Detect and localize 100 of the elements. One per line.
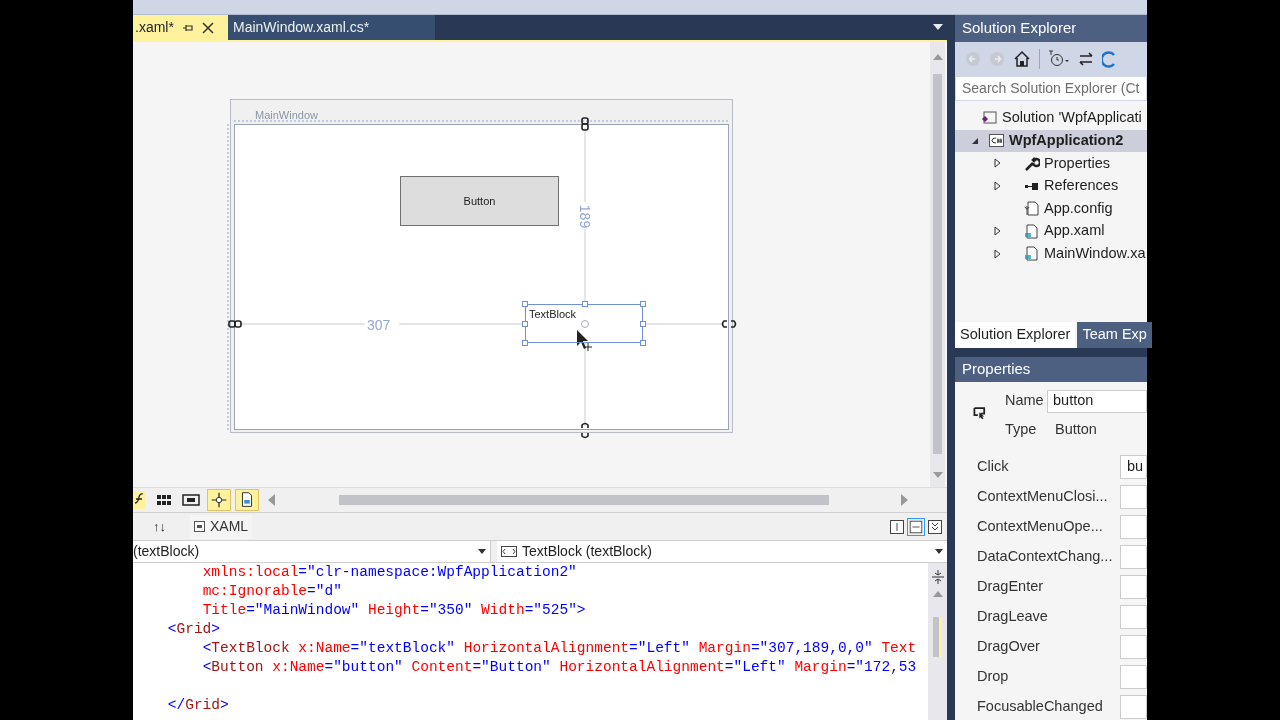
margin-value: 189	[576, 204, 595, 229]
margin-value: 307	[367, 316, 391, 335]
config-file-icon	[1023, 200, 1040, 218]
project-icon	[988, 132, 1005, 150]
collapse-pane-icon[interactable]	[927, 518, 943, 535]
resize-handle[interactable]	[522, 301, 528, 307]
event-name: DragLeave	[977, 607, 1049, 627]
split-icon[interactable]	[930, 569, 945, 585]
event-name: Click	[977, 457, 1010, 477]
home-icon[interactable]	[1013, 50, 1031, 68]
file-icon	[1023, 245, 1040, 263]
vertical-scrollbar[interactable]	[933, 74, 942, 454]
code-line: mc:Ignorable="d"	[201, 582, 343, 601]
collapsed-icon[interactable]	[993, 158, 1003, 169]
event-name: FocusableChanged	[977, 697, 1104, 717]
event-field[interactable]	[1120, 575, 1147, 599]
event-field[interactable]	[1120, 665, 1147, 689]
element-dropdown[interactable]: (textBlock)	[133, 541, 491, 562]
scroll-up-icon[interactable]	[932, 591, 943, 597]
resize-handle[interactable]	[640, 301, 646, 307]
scroll-right-icon[interactable]	[899, 494, 909, 506]
dropdown-icon[interactable]	[478, 549, 486, 554]
scroll-down-icon[interactable]	[932, 472, 943, 478]
tree-item[interactable]: App.config	[955, 197, 1147, 220]
collapsed-icon[interactable]	[993, 248, 1003, 259]
event-field[interactable]	[1120, 515, 1147, 539]
tree-item[interactable]: App.xaml	[955, 219, 1147, 243]
resize-handle[interactable]	[640, 340, 646, 346]
button[interactable]: Button	[400, 176, 559, 226]
element-icon	[501, 546, 517, 557]
event-field[interactable]	[1120, 695, 1147, 719]
collapsed-icon[interactable]	[993, 226, 1003, 237]
solution-icon	[981, 109, 998, 127]
panel-title: Solution Explorer	[955, 15, 1147, 42]
vertical-scrollbar[interactable]	[933, 617, 942, 657]
document-tab[interactable]: MainWindow.xaml.cs*	[228, 15, 435, 40]
selection-icon	[973, 404, 987, 422]
file-icon	[1023, 222, 1040, 240]
tree-item[interactable]: Properties	[955, 152, 1147, 175]
grid-lines-icon[interactable]	[181, 491, 201, 509]
unlink-icon[interactable]	[581, 422, 589, 439]
event-field[interactable]	[1120, 485, 1147, 509]
panel-tab[interactable]: Team Exp	[1077, 322, 1152, 348]
resize-handle[interactable]	[582, 301, 588, 307]
dropdown-icon[interactable]	[933, 24, 943, 30]
collapsed-icon[interactable]	[993, 181, 1003, 192]
field-label: Name	[1005, 391, 1045, 411]
tree-item[interactable]: WpfApplication2	[955, 129, 1147, 153]
code-line: xmlns:local="clr-namespace:WpfApplication2"	[201, 563, 578, 582]
code-line: <Grid>	[166, 620, 222, 639]
window-title: MainWindow	[255, 108, 318, 123]
resize-handle[interactable]	[522, 321, 528, 327]
search-field[interactable]: Search Solution Explorer (Ct	[955, 76, 1147, 101]
tree-item[interactable]: Solution 'WpfApplicati	[955, 107, 1147, 130]
sort-icon[interactable]: ↑↓	[153, 516, 166, 537]
event-name: Drop	[977, 667, 1010, 687]
type-value: Button	[1055, 420, 1097, 440]
horizontal-scrollbar[interactable]	[339, 495, 829, 505]
dropdown-icon[interactable]	[935, 549, 943, 554]
refresh-icon[interactable]	[1102, 50, 1116, 68]
event-name: ContextMenuOpe...	[977, 517, 1104, 537]
link-icon[interactable]	[581, 117, 589, 131]
function-icon[interactable]	[133, 491, 145, 509]
name-field[interactable]: button	[1047, 389, 1147, 413]
code-line: <Button x:Name="button" Content="Button" HorizontalAlignment="Left" Margin="172,53	[201, 658, 918, 677]
document-icon[interactable]	[235, 489, 259, 511]
document-tab[interactable]: .xaml*	[133, 15, 228, 40]
snap-icon[interactable]	[207, 489, 231, 511]
field-label: Type	[1005, 420, 1038, 440]
event-field[interactable]	[1120, 545, 1147, 569]
event-name: DragEnter	[977, 577, 1045, 597]
resize-handle[interactable]	[640, 321, 646, 327]
member-dropdown[interactable]: TextBlock (textBlock)	[497, 541, 947, 562]
scroll-up-icon[interactable]	[932, 54, 943, 60]
code-line: </Grid>	[166, 696, 230, 715]
unlink-icon[interactable]	[721, 320, 737, 328]
split-horizontal-icon[interactable]	[907, 517, 925, 536]
wrench-icon	[1023, 155, 1040, 172]
event-name: DataContextChang...	[977, 547, 1114, 567]
code-line: <TextBlock x:Name="textBlock" HorizontalAlignment="Left" Margin="307,189,0,0" Text	[201, 639, 918, 658]
split-vertical-icon[interactable]	[889, 518, 905, 535]
link-icon[interactable]	[228, 320, 242, 328]
panel-tab[interactable]: Solution Explorer	[955, 322, 1076, 348]
resize-handle[interactable]	[522, 340, 528, 346]
event-field[interactable]	[1120, 605, 1147, 629]
tree-item[interactable]: MainWindow.xa	[955, 242, 1147, 266]
event-name: ContextMenuClosi...	[977, 487, 1109, 507]
tree-item[interactable]: References	[955, 174, 1147, 198]
event-field[interactable]: bu	[1120, 455, 1147, 479]
xaml-tab[interactable]: XAML	[190, 514, 253, 539]
event-name: DragOver	[977, 637, 1041, 657]
close-icon[interactable]	[201, 21, 214, 34]
sync-icon[interactable]	[1078, 51, 1094, 67]
scroll-left-icon[interactable]	[267, 494, 277, 506]
event-field[interactable]	[1120, 635, 1147, 659]
markup-icon	[194, 521, 205, 532]
pointer-cursor-icon	[577, 330, 593, 352]
history-icon[interactable]	[1048, 50, 1070, 68]
code-line: Title="MainWindow" Height="350" Width="525">	[201, 601, 587, 620]
panel-title: Properties	[955, 357, 1147, 382]
